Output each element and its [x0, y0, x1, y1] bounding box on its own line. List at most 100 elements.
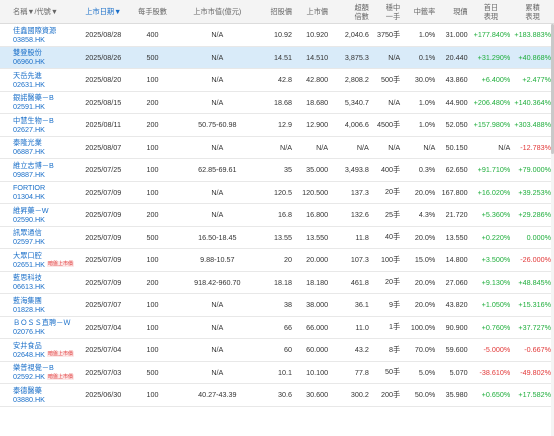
stock-name-link[interactable]: 樂普視覺－B: [13, 363, 74, 372]
stock-code-link[interactable]: 02591.HK: [13, 102, 45, 111]
lot-size-cell: 500: [146, 367, 159, 377]
table-row[interactable]: 維立志博－B 09887.HK 2025/07/25 100 62.85-69.61 35…: [0, 159, 554, 182]
stock-code-wrap: 01304.HK: [13, 192, 74, 201]
header-listing-date[interactable]: 上市日期▼: [76, 7, 130, 16]
stock-code-link[interactable]: 03880.HK: [13, 395, 45, 404]
stock-name-cell[interactable]: ＢＯＳＳ直聘－Ｗ 02076.HK: [0, 318, 76, 336]
table-row[interactable]: 銀諾醫藥－B 02591.HK 2025/08/15 200 N/A 18.68 18.68…: [0, 92, 554, 114]
stock-name-link[interactable]: 佳鑫國際資源: [13, 26, 74, 35]
header-oversubscription[interactable]: 超額 倍數: [330, 3, 371, 21]
stock-name-cell[interactable]: 大眾口腔 02651.HK 暗盤上市價: [0, 251, 76, 269]
cumulative-change-cell: +183.883%: [514, 30, 551, 40]
header-one-lot[interactable]: 穩中 一手: [371, 3, 402, 21]
stock-name-cell[interactable]: 泰隆光業 06887.HK: [0, 138, 76, 156]
stock-name-cell[interactable]: 銀諾醫藥－B 02591.HK: [0, 93, 76, 111]
table-row[interactable]: 訊眾通信 02597.HK 2025/07/09 500 16.50-18.45 13.5…: [0, 227, 554, 249]
stock-code-link[interactable]: 02627.HK: [13, 125, 45, 134]
stock-code-link[interactable]: 03858.HK: [13, 35, 45, 44]
stock-name-link[interactable]: 大眾口腔: [13, 251, 74, 260]
lot-size-cell: 500: [146, 232, 159, 242]
stock-name-cell[interactable]: 維昇藥－W 02590.HK: [0, 206, 76, 224]
stock-name-link[interactable]: 安井食品: [13, 341, 74, 350]
stock-code-link[interactable]: 02590.HK: [13, 215, 45, 224]
offer-price-cell: 38: [284, 300, 293, 310]
stock-name-link[interactable]: FORTIOR: [13, 183, 74, 192]
header-name-code[interactable]: 名稱▼/代號▼: [0, 7, 76, 16]
stock-code-link[interactable]: 02648.HK: [13, 350, 45, 359]
stock-name-cell[interactable]: 藍海集團 01828.HK: [0, 296, 76, 314]
stock-code-link[interactable]: 02592.HK: [13, 372, 45, 381]
stock-code-wrap: 03858.HK: [13, 35, 74, 44]
table-row[interactable]: 安井食品 02648.HK 暗盤上市價 2025/07/04 100 N/A 60 60.00…: [0, 339, 554, 362]
stock-code-link[interactable]: 02597.HK: [13, 237, 45, 246]
cumulative-change-cell: -0.667%: [524, 345, 551, 355]
table-row[interactable]: 佳鑫國際資源 03858.HK 2025/08/28 400 N/A 10.92 10.92…: [0, 24, 554, 47]
table-row[interactable]: 天岳先進 02631.HK 2025/08/20 100 N/A 42.8 42.800 2,…: [0, 69, 554, 92]
stock-code-link[interactable]: 01304.HK: [13, 192, 45, 201]
stock-name-cell[interactable]: FORTIOR 01304.HK: [0, 183, 76, 201]
header-cumulative[interactable]: 累積 表現: [512, 3, 554, 21]
stock-name-link[interactable]: 訊眾通信: [13, 228, 74, 237]
header-market-cap[interactable]: 上市市值(億元): [175, 7, 260, 16]
stock-name-link[interactable]: 維立志博－B: [13, 161, 74, 170]
stock-name-link[interactable]: 維昇藥－W: [13, 206, 74, 215]
header-listing-price[interactable]: 上市價: [294, 7, 330, 16]
table-row[interactable]: 中慧生物－B 02627.HK 2025/08/11 200 50.75-60.98 12…: [0, 114, 554, 137]
stock-name-cell[interactable]: 雙登股份 06960.HK: [0, 48, 76, 66]
stock-code-link[interactable]: 02631.HK: [13, 80, 45, 89]
stock-code-link[interactable]: 06887.HK: [13, 147, 45, 156]
oversubscription-cell: N/A: [356, 142, 369, 152]
table-row[interactable]: FORTIOR 01304.HK 2025/07/09 100 N/A 120.5 120.…: [0, 182, 554, 204]
oversubscription-cell: 4,006.6: [344, 120, 369, 130]
allotment-rate-cell: 20.0%: [414, 277, 436, 287]
stock-code-link[interactable]: 06960.HK: [13, 57, 45, 66]
cumulative-change-cell: +40.868%: [518, 52, 551, 62]
stock-name-link[interactable]: 天岳先進: [13, 71, 74, 80]
stock-name-cell[interactable]: 泰德醫藥 03880.HK: [0, 386, 76, 404]
stock-name-cell[interactable]: 中慧生物－B 02627.HK: [0, 116, 76, 134]
stock-name-link[interactable]: 藍海集團: [13, 296, 74, 305]
stock-name-cell[interactable]: 佳鑫國際資源 03858.HK: [0, 26, 76, 44]
stock-name-link[interactable]: 銀諾醫藥－B: [13, 93, 74, 102]
header-current-price[interactable]: 現價: [437, 7, 469, 16]
stock-name-link[interactable]: 泰德醫藥: [13, 386, 74, 395]
header-first-day[interactable]: 首日 表現: [470, 3, 513, 21]
lot-size-cell: 200: [146, 210, 159, 220]
stock-name-cell[interactable]: 樂普視覺－B 02592.HK 暗盤上市價: [0, 363, 76, 381]
table-row[interactable]: 大眾口腔 02651.HK 暗盤上市價 2025/07/09 100 9.88-10.57…: [0, 249, 554, 272]
stock-code-link[interactable]: 02076.HK: [13, 327, 45, 336]
oversubscription-cell: 107.3: [350, 255, 369, 265]
stock-name-cell[interactable]: 安井食品 02648.HK 暗盤上市價: [0, 341, 76, 359]
table-row[interactable]: 樂普視覺－B 02592.HK 暗盤上市價 2025/07/03 500 N/A 10.1 1…: [0, 362, 554, 384]
current-price-cell: 43.820: [445, 300, 468, 310]
stock-name-link[interactable]: 藍思科技: [13, 273, 74, 282]
stock-name-link[interactable]: ＢＯＳＳ直聘－Ｗ: [13, 318, 74, 327]
header-allotment-rate[interactable]: 中籤率: [402, 7, 437, 16]
header-offer-price[interactable]: 招股價: [260, 7, 294, 16]
header-lot-size[interactable]: 每手股數: [130, 7, 175, 16]
table-row[interactable]: 雙登股份 06960.HK 2025/08/26 500 N/A 14.51 14.510 3…: [0, 46, 554, 69]
header-first-day-line1: 首日: [483, 2, 499, 12]
stock-name-link[interactable]: 雙登股份: [13, 48, 74, 57]
stock-name-cell[interactable]: 天岳先進 02631.HK: [0, 71, 76, 89]
table-row[interactable]: 泰隆光業 06887.HK 2025/08/07 100 N/A N/A N/A N/A N/A…: [0, 137, 554, 159]
listing-price-cell: 35.000: [306, 165, 329, 175]
stock-name-link[interactable]: 泰隆光業: [13, 138, 74, 147]
listing-date-cell: 2025/06/30: [85, 390, 122, 400]
stock-name-cell[interactable]: 訊眾通信 02597.HK: [0, 228, 76, 246]
stock-code-link[interactable]: 06613.HK: [13, 282, 45, 291]
current-price-cell: 27.060: [445, 277, 468, 287]
table-row[interactable]: ＢＯＳＳ直聘－Ｗ 02076.HK 2025/07/04 100 N/A 66 66.000…: [0, 317, 554, 339]
stock-name-cell[interactable]: 藍思科技 06613.HK: [0, 273, 76, 291]
market-cap-cell: N/A: [211, 210, 224, 220]
stock-code-link[interactable]: 01828.HK: [13, 305, 45, 314]
table-row[interactable]: 維昇藥－W 02590.HK 2025/07/09 200 N/A 16.8 16.800 1…: [0, 204, 554, 227]
market-cap-cell: N/A: [211, 75, 224, 85]
table-row[interactable]: 藍思科技 06613.HK 2025/07/09 200 918.42-960.70 18…: [0, 272, 554, 294]
table-row[interactable]: 藍海集團 01828.HK 2025/07/07 100 N/A 38 38.000 36.1…: [0, 294, 554, 317]
stock-name-link[interactable]: 中慧生物－B: [13, 116, 74, 125]
stock-code-link[interactable]: 09887.HK: [13, 170, 45, 179]
stock-name-cell[interactable]: 維立志博－B 09887.HK: [0, 161, 76, 179]
stock-code-link[interactable]: 02651.HK: [13, 260, 45, 269]
table-row[interactable]: 泰德醫藥 03880.HK 2025/06/30 100 40.27-43.39 30.6…: [0, 384, 554, 407]
